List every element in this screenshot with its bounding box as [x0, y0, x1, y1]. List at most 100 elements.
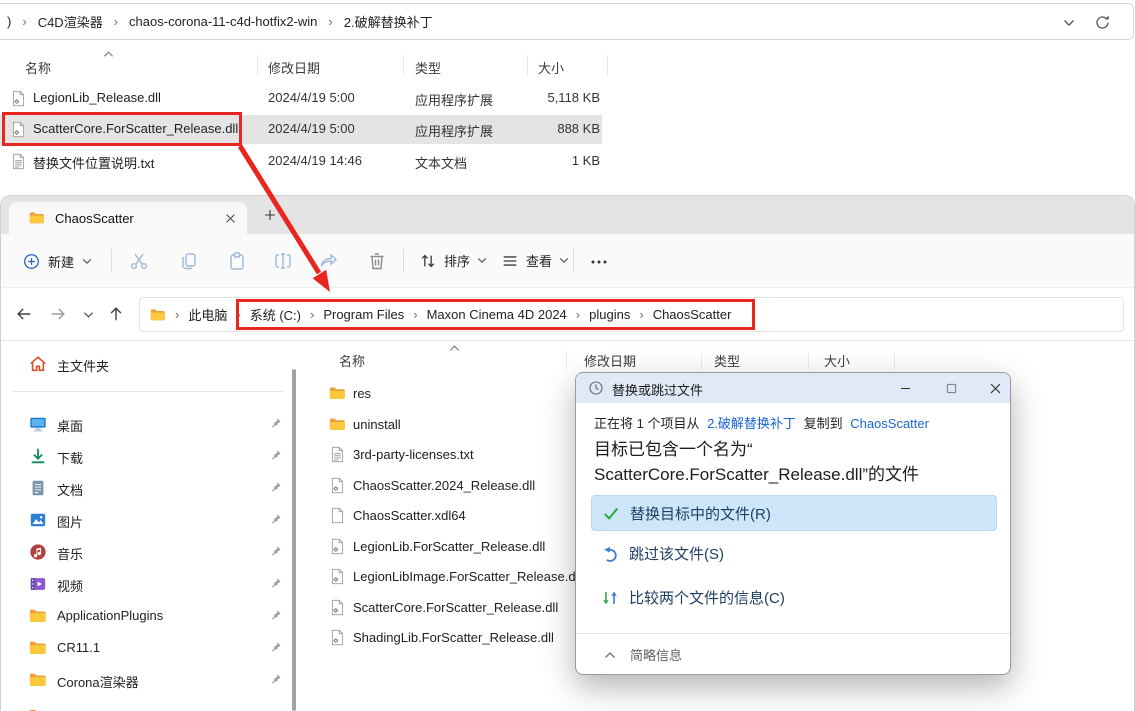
- view-button[interactable]: 查看: [501, 251, 569, 270]
- pin-icon: [269, 449, 282, 462]
- close-tab-icon[interactable]: [224, 212, 237, 225]
- chevron-down-icon: [559, 257, 569, 264]
- progress-middle: 复制到: [804, 416, 843, 431]
- paste-icon[interactable]: [227, 251, 247, 271]
- chevron-down-icon[interactable]: [1063, 19, 1075, 27]
- dll-file-icon: [329, 568, 346, 585]
- sidebar-item-label: 视频: [57, 576, 83, 595]
- address-row: 此电脑 系统 (C:) Program Files Maxon Cinema 4…: [1, 288, 1134, 341]
- sidebar-item-home[interactable]: 主文件夹: [1, 349, 289, 379]
- destination-folder-link[interactable]: ChaosScatter: [850, 416, 929, 431]
- forward-icon[interactable]: [49, 305, 67, 323]
- address-bar[interactable]: 此电脑 系统 (C:) Program Files Maxon Cinema 4…: [139, 297, 1124, 332]
- column-divider[interactable]: [403, 55, 404, 75]
- file-row[interactable]: LegionLib_Release.dll 2024/4/19 5:00 应用程…: [0, 84, 620, 113]
- column-header-name[interactable]: 名称: [25, 58, 51, 77]
- option-compare-label: 比较两个文件的信息(C): [629, 587, 785, 608]
- maximize-icon[interactable]: [944, 381, 959, 396]
- column-divider[interactable]: [701, 351, 702, 369]
- pin-icon: [269, 417, 282, 430]
- check-icon: [602, 504, 620, 522]
- toolbar: 新建 排序 查看: [1, 234, 1134, 288]
- column-header-name[interactable]: 名称: [339, 351, 365, 370]
- column-header-size[interactable]: 大小: [824, 351, 850, 370]
- sidebar-item-partial[interactable]: [1, 701, 289, 711]
- sidebar-scrollbar[interactable]: [292, 369, 296, 711]
- option-skip-file[interactable]: 跳过该文件(S): [601, 543, 724, 564]
- file-name: ScatterCore.ForScatter_Release.dll: [353, 600, 558, 615]
- blank-file-icon: [329, 507, 346, 524]
- sidebar-item-label: 文档: [57, 480, 83, 499]
- file-row-selected[interactable]: ScatterCore.ForScatter_Release.dll 2024/…: [0, 115, 602, 144]
- option-compare-files[interactable]: 比较两个文件的信息(C): [601, 587, 785, 608]
- file-name: ScatterCore.ForScatter_Release.dll: [33, 121, 238, 136]
- chevron-right-icon: [576, 307, 580, 322]
- column-header-date[interactable]: 修改日期: [268, 58, 320, 77]
- back-icon[interactable]: [15, 305, 33, 323]
- close-icon[interactable]: [988, 381, 1003, 396]
- documents-icon: [29, 479, 47, 497]
- sort-button[interactable]: 排序: [419, 251, 487, 270]
- txt-file-icon: [329, 446, 346, 463]
- file-name: LegionLibImage.ForScatter_Release.dll: [353, 569, 581, 584]
- compare-arrows-icon: [601, 589, 619, 607]
- column-divider[interactable]: [566, 351, 567, 369]
- dialog-progress-line: 正在将 1 个项目从 2.破解替换补丁 复制到 ChaosScatter: [594, 413, 933, 432]
- column-header-type[interactable]: 类型: [415, 58, 441, 77]
- breadcrumb-item[interactable]: C4D渲染器: [38, 12, 103, 31]
- chevron-down-icon[interactable]: [83, 311, 94, 319]
- breadcrumb-item[interactable]: chaos-corona-11-c4d-hotfix2-win: [129, 14, 317, 29]
- dll-file-icon: [329, 538, 346, 555]
- column-header-type[interactable]: 类型: [714, 351, 740, 370]
- share-icon[interactable]: [319, 251, 339, 271]
- address-segment[interactable]: Program Files: [323, 307, 404, 322]
- more-icon[interactable]: [589, 252, 609, 272]
- column-divider[interactable]: [527, 55, 528, 75]
- file-row[interactable]: 替换文件位置说明.txt 2024/4/19 14:46 文本文档 1 KB: [0, 147, 620, 176]
- refresh-icon[interactable]: [1094, 14, 1111, 31]
- copy-icon[interactable]: [179, 251, 199, 271]
- sidebar-item-music[interactable]: 音乐: [1, 537, 289, 567]
- minimize-icon[interactable]: [898, 381, 913, 396]
- up-icon[interactable]: [107, 305, 125, 323]
- breadcrumb-item[interactable]: 2.破解替换补丁: [344, 12, 433, 31]
- tab-chaosscatter[interactable]: ChaosScatter: [9, 202, 247, 234]
- top-explorer-fragment: ) C4D渲染器 chaos-corona-11-c4d-hotfix2-win…: [0, 0, 1135, 181]
- dialog-message-line1: 目标已包含一个名为“: [594, 437, 999, 462]
- sidebar-item-label: 桌面: [57, 416, 83, 435]
- file-name: ShadingLib.ForScatter_Release.dll: [353, 630, 554, 645]
- sidebar-item-desktop[interactable]: 桌面: [1, 409, 289, 439]
- sidebar-item-downloads[interactable]: 下载: [1, 441, 289, 471]
- address-segment[interactable]: 系统 (C:): [250, 305, 301, 324]
- column-header-size[interactable]: 大小: [538, 58, 564, 77]
- view-label: 查看: [526, 251, 552, 270]
- file-name: ChaosScatter.2024_Release.dll: [353, 478, 535, 493]
- details-toggle[interactable]: 简略信息: [604, 645, 682, 664]
- rename-icon[interactable]: [273, 251, 293, 271]
- music-icon: [29, 543, 47, 561]
- column-divider[interactable]: [894, 351, 895, 369]
- sidebar-item-cr11[interactable]: CR11.1: [1, 633, 289, 663]
- address-segment[interactable]: ChaosScatter: [653, 307, 732, 322]
- column-divider[interactable]: [607, 55, 608, 75]
- column-header-date[interactable]: 修改日期: [584, 351, 636, 370]
- sidebar-item-corona[interactable]: Corona渲染器: [1, 665, 289, 695]
- new-tab-icon[interactable]: [263, 208, 277, 222]
- chevron-right-icon: [310, 307, 314, 322]
- address-segment-this-pc[interactable]: 此电脑: [188, 305, 227, 324]
- folder-icon: [29, 671, 47, 689]
- sidebar-item-applicationplugins[interactable]: ApplicationPlugins: [1, 601, 289, 631]
- address-segment[interactable]: plugins: [589, 307, 630, 322]
- option-replace-file[interactable]: 替换目标中的文件(R): [591, 495, 997, 531]
- source-folder-link[interactable]: 2.破解替换补丁: [707, 416, 796, 431]
- dialog-message: 目标已包含一个名为“ ScatterCore.ForScatter_Releas…: [594, 437, 999, 487]
- sidebar-item-pictures[interactable]: 图片: [1, 505, 289, 535]
- column-divider[interactable]: [257, 55, 258, 75]
- cut-icon[interactable]: [129, 251, 149, 271]
- sidebar-item-videos[interactable]: 视频: [1, 569, 289, 599]
- address-segment[interactable]: Maxon Cinema 4D 2024: [427, 307, 567, 322]
- column-divider[interactable]: [808, 351, 809, 369]
- sidebar-item-documents[interactable]: 文档: [1, 473, 289, 503]
- delete-icon[interactable]: [367, 251, 387, 271]
- new-button[interactable]: 新建: [15, 245, 100, 277]
